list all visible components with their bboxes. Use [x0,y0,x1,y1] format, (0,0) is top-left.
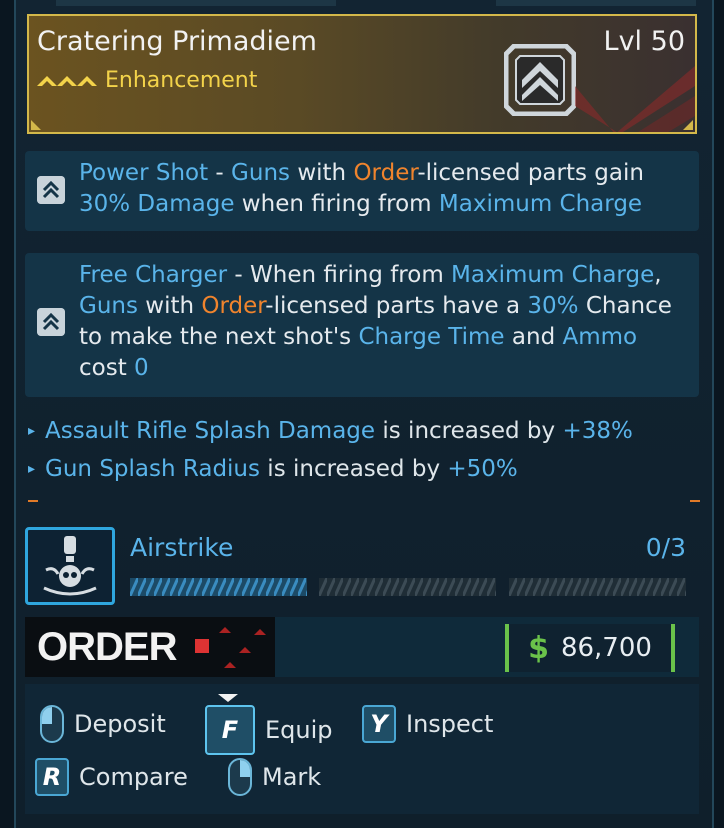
skill-progress-segment [319,578,496,596]
stat-text: is increased by [260,456,448,482]
perk-text-segment: Maximum Charge [438,191,643,217]
item-header: Cratering Primadiem Enhancement Lvl 50 [27,14,697,134]
perk-text-segment: with [137,293,202,319]
perk-text-segment: Power Shot [79,160,209,186]
action-label: Equip [265,716,333,744]
mouse-left-icon [40,705,64,743]
perk-text-segment: Guns [231,160,291,186]
top-tab-left [56,0,336,6]
divider-tick [690,500,700,502]
action-label: Inspect [406,710,494,738]
header-deco-graphic [575,66,695,132]
top-tab-right [496,0,696,6]
stat-text: is increased by [375,418,563,444]
perk-text-segment: 30% [527,293,579,319]
rarity-row: Enhancement [37,68,257,93]
rarity-label: Enhancement [105,68,258,93]
perk-text-segment: Charge Time [358,324,505,350]
action-label: Mark [262,763,322,791]
stat-name: Gun Splash Radius [45,456,260,482]
price-value: 86,700 [560,633,652,663]
item-name: Cratering Primadiem [37,26,317,57]
perk-free-charger: Free Charger - When firing from Maximum … [25,253,699,397]
perk-power-shot: Power Shot - Guns with Order-licensed pa… [25,151,699,231]
perk-text-segment: , [654,262,662,288]
left-side-panel [0,0,14,828]
bullet-arrow-icon: ▸ [28,461,36,477]
stat-name: Assault Rifle Splash Damage [45,418,376,444]
perk-description: Power Shot - Guns with Order-licensed pa… [79,158,685,220]
rarity-chevrons-icon [37,75,97,86]
perk-text-segment: - When firing from [227,262,452,288]
mouse-right-icon [228,758,252,796]
skill-progress-segment [509,578,686,596]
perk-text-segment: Order [353,160,418,186]
inspect-action[interactable]: Y Inspect [362,705,493,743]
item-level: Lvl 50 [603,26,685,57]
perk-text-segment: -licensed parts gain [417,160,644,186]
perk-text-segment: and [504,324,563,350]
item-value: $ 86,700 [505,624,675,672]
perk-text-segment: Order [201,293,266,319]
perk-text-segment: Ammo [562,324,638,350]
chevron-up-icon [37,176,65,204]
mark-action[interactable]: Mark [228,758,321,796]
bullet-arrow-icon: ▸ [28,423,36,439]
stat-line: ▸ Gun Splash Radius is increased by +50% [28,456,518,482]
perk-text-segment: cost [79,355,135,381]
order-logo: ORDER [25,617,275,677]
stat-value: +38% [562,418,633,444]
perk-text-segment: when firing from [234,191,439,217]
selected-caret-icon [218,694,238,702]
perk-text-segment: -licensed parts have a [265,293,528,319]
key-r-icon: R [35,758,69,796]
key-y-icon: Y [362,705,396,743]
skill-name: Airstrike [130,533,234,562]
stat-value: +50% [447,456,518,482]
enhancement-chevron-icon [504,44,576,116]
skill-points: 0/3 [645,533,686,562]
corner-mark [31,120,41,130]
divider-tick [28,500,38,502]
action-label: Compare [79,763,188,791]
perk-text-segment: Guns [79,293,138,319]
logo-text: ORDER [37,625,178,669]
perk-text-segment: with [290,160,354,186]
perk-text-segment: - [208,160,232,186]
deposit-action[interactable]: Deposit [40,705,166,743]
chevron-up-icon [37,308,65,336]
airstrike-skull-icon[interactable] [25,527,115,605]
perk-description: Free Charger - When firing from Maximum … [79,260,685,384]
stat-line: ▸ Assault Rifle Splash Damage is increas… [28,418,633,444]
perk-text-segment: Maximum Charge [451,262,655,288]
key-f-icon: F [205,705,255,755]
perk-text-segment: 30% Damage [79,191,235,217]
action-label: Deposit [74,710,166,738]
currency-icon: $ [528,630,549,666]
equip-action[interactable]: F Equip [205,705,333,755]
perk-text-segment: Free Charger [79,262,228,288]
skill-progress-segment [130,578,307,596]
perk-text-segment: 0 [134,355,149,381]
corner-mark [683,120,693,130]
compare-action[interactable]: R Compare [35,758,188,796]
